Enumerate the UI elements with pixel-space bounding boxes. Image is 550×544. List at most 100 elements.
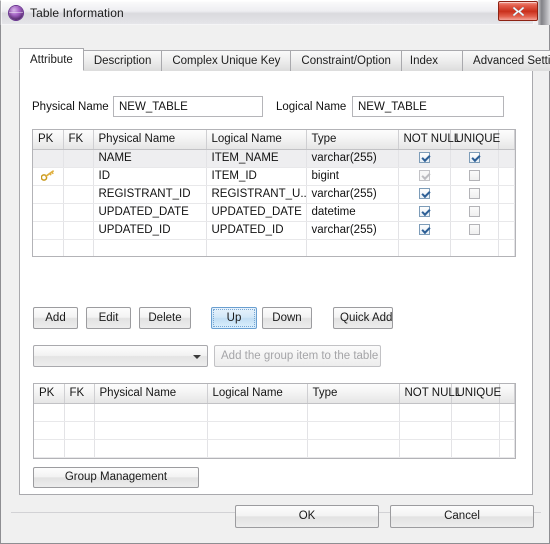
cell-unique[interactable] (451, 421, 500, 440)
col-header-unique[interactable]: UNIQUE (450, 130, 500, 150)
cell-fk[interactable] (63, 239, 94, 256)
table-row[interactable]: ID ITEM_ID bigint (33, 167, 515, 186)
table-row[interactable] (34, 439, 515, 458)
cell-not-null[interactable] (398, 221, 451, 240)
cell-physical-name[interactable]: UPDATED_ID (93, 221, 207, 240)
cell-unique[interactable] (450, 221, 499, 240)
cell-logical-name[interactable]: ITEM_NAME (206, 149, 307, 168)
group-col-header-fk[interactable]: FK (64, 384, 95, 404)
delete-button[interactable]: Delete (139, 307, 191, 329)
cell-physical-name[interactable] (93, 239, 207, 256)
cell-pk[interactable] (33, 203, 64, 222)
group-select[interactable] (33, 345, 208, 367)
cell-physical-name[interactable]: ID (93, 167, 207, 186)
cell-not-null[interactable] (398, 239, 451, 256)
cell-fk[interactable] (63, 149, 94, 168)
col-header-logical-name[interactable]: Logical Name (206, 130, 307, 150)
group-col-header-physical-name[interactable]: Physical Name (94, 384, 208, 404)
cell-fk[interactable] (64, 421, 95, 440)
cell-fk[interactable] (64, 403, 95, 422)
cell-logical-name[interactable] (206, 239, 307, 256)
cell-logical-name[interactable]: REGISTRANT_U... (206, 185, 307, 204)
cell-logical-name[interactable] (207, 421, 308, 440)
cell-physical-name[interactable] (94, 403, 208, 422)
cell-physical-name[interactable] (94, 421, 208, 440)
close-icon[interactable] (498, 1, 538, 21)
cell-not-null[interactable] (399, 403, 452, 422)
group-col-header-unique[interactable]: UNIQUE (451, 384, 501, 404)
tab-advanced-settings[interactable]: Advanced Settings (462, 50, 550, 71)
cell-physical-name[interactable]: REGISTRANT_ID (93, 185, 207, 204)
cell-fk[interactable] (63, 221, 94, 240)
cell-physical-name[interactable] (94, 439, 208, 458)
cell-type[interactable]: varchar(255) (306, 221, 399, 240)
cell-fk[interactable] (64, 439, 95, 458)
cancel-button[interactable]: Cancel (390, 505, 534, 528)
cell-type[interactable]: varchar(255) (306, 149, 399, 168)
cell-not-null[interactable] (399, 421, 452, 440)
unique-checkbox[interactable] (468, 152, 480, 164)
cell-logical-name[interactable] (207, 439, 308, 458)
table-row[interactable]: NAME ITEM_NAME varchar(255) (33, 149, 515, 168)
not-null-checkbox[interactable] (418, 206, 430, 218)
table-row[interactable]: UPDATED_ID UPDATED_ID varchar(255) (33, 221, 515, 240)
add-group-item-button[interactable]: Add the group item to the table (214, 345, 381, 367)
col-header-pk[interactable]: PK (33, 130, 64, 150)
cell-pk[interactable] (33, 239, 64, 256)
physical-name-input[interactable] (113, 96, 263, 117)
cell-fk[interactable] (63, 203, 94, 222)
cell-unique[interactable] (450, 167, 499, 186)
logical-name-input[interactable] (352, 96, 504, 117)
group-col-header-logical-name[interactable]: Logical Name (207, 384, 308, 404)
unique-checkbox[interactable] (468, 206, 480, 218)
table-row[interactable] (34, 421, 515, 440)
table-row[interactable]: REGISTRANT_ID REGISTRANT_U... varchar(25… (33, 185, 515, 204)
col-header-type[interactable]: Type (306, 130, 399, 150)
group-management-button[interactable]: Group Management (33, 467, 199, 488)
cell-physical-name[interactable]: NAME (93, 149, 207, 168)
not-null-checkbox[interactable] (418, 188, 430, 200)
group-col-header-pk[interactable]: PK (34, 384, 65, 404)
table-row[interactable] (34, 403, 515, 422)
cell-not-null[interactable] (398, 185, 451, 204)
cell-logical-name[interactable] (207, 403, 308, 422)
cell-type[interactable] (307, 439, 400, 458)
tab-constraint-option[interactable]: Constraint/Option (290, 50, 402, 71)
not-null-checkbox[interactable] (418, 224, 430, 236)
cell-unique[interactable] (450, 149, 499, 168)
cell-not-null[interactable] (398, 167, 451, 186)
cell-unique[interactable] (450, 203, 499, 222)
cell-unique[interactable] (451, 403, 500, 422)
cell-logical-name[interactable]: UPDATED_ID (206, 221, 307, 240)
cell-pk[interactable] (33, 185, 64, 204)
cell-pk[interactable] (33, 149, 64, 168)
unique-checkbox[interactable] (468, 170, 480, 182)
cell-not-null[interactable] (398, 203, 451, 222)
table-row[interactable]: UPDATED_DATE UPDATED_DATE datetime (33, 203, 515, 222)
cell-type[interactable]: datetime (306, 203, 399, 222)
down-button[interactable]: Down (262, 307, 312, 329)
not-null-checkbox[interactable] (418, 152, 430, 164)
cell-fk[interactable] (63, 185, 94, 204)
tab-index[interactable]: Index (400, 50, 464, 71)
cell-unique[interactable] (450, 239, 499, 256)
tab-attribute[interactable]: Attribute (19, 48, 84, 71)
cell-type[interactable] (307, 421, 400, 440)
cell-physical-name[interactable]: UPDATED_DATE (93, 203, 207, 222)
cell-unique[interactable] (450, 185, 499, 204)
cell-pk[interactable] (34, 403, 65, 422)
cell-fk[interactable] (63, 167, 94, 186)
group-grid[interactable]: PK FK Physical Name Logical Name Type NO… (33, 383, 516, 459)
cell-pk[interactable] (34, 439, 65, 458)
col-header-fk[interactable]: FK (63, 130, 94, 150)
cell-type[interactable] (306, 239, 399, 256)
cell-unique[interactable] (451, 439, 500, 458)
dialog-titlebar[interactable]: Table Information (0, 0, 534, 25)
cell-logical-name[interactable]: ITEM_ID (206, 167, 307, 186)
cell-pk[interactable] (33, 221, 64, 240)
cell-pk[interactable] (34, 421, 65, 440)
unique-checkbox[interactable] (468, 224, 480, 236)
cell-pk[interactable] (33, 167, 64, 186)
up-button[interactable]: Up (211, 307, 257, 329)
cell-type[interactable]: bigint (306, 167, 399, 186)
